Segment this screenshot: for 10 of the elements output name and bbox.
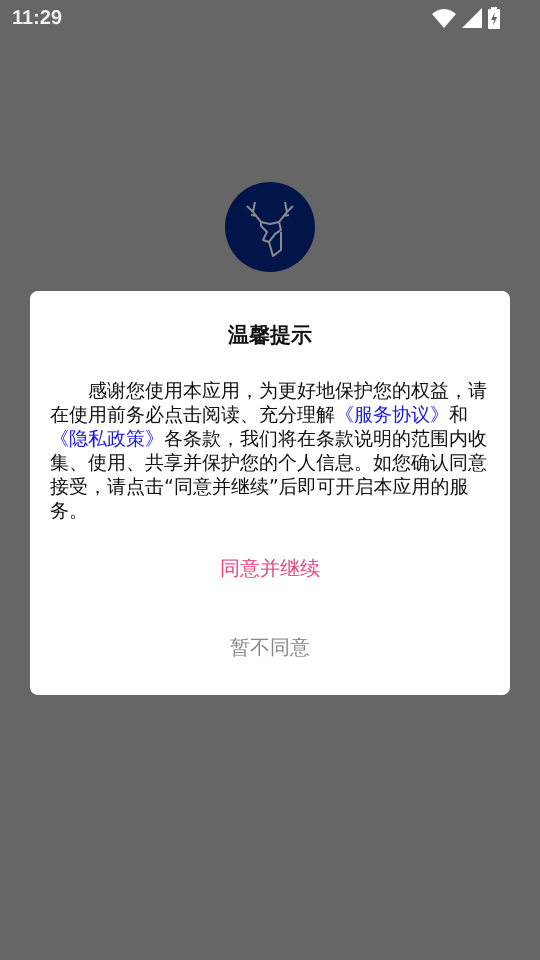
policy-link[interactable]: 《服务协议》 [335, 404, 449, 426]
decline-button[interactable]: 暂不同意 [214, 626, 326, 669]
wifi-icon [432, 8, 456, 28]
consent-message: 感谢您使用本应用，为更好地保护您的权益，请在使用前务必点击阅读、充分理解《服务协议》和 《隐私政策》各条款，我们将在条款说明的范围内收集、使用、共享并保护您的个人信息。如您确认同意接受，请点击“同意并继续”后即可开启本应用的服务。 [50, 379, 488, 523]
signal-icon [462, 8, 482, 28]
agree-button[interactable]: 同意并继续 [204, 547, 336, 590]
dialog-title: 温馨提示 [228, 322, 312, 349]
status-time: 11:29 [12, 6, 62, 30]
battery-icon [488, 7, 500, 29]
policy-link[interactable]: 《隐私政策》 [50, 428, 164, 450]
